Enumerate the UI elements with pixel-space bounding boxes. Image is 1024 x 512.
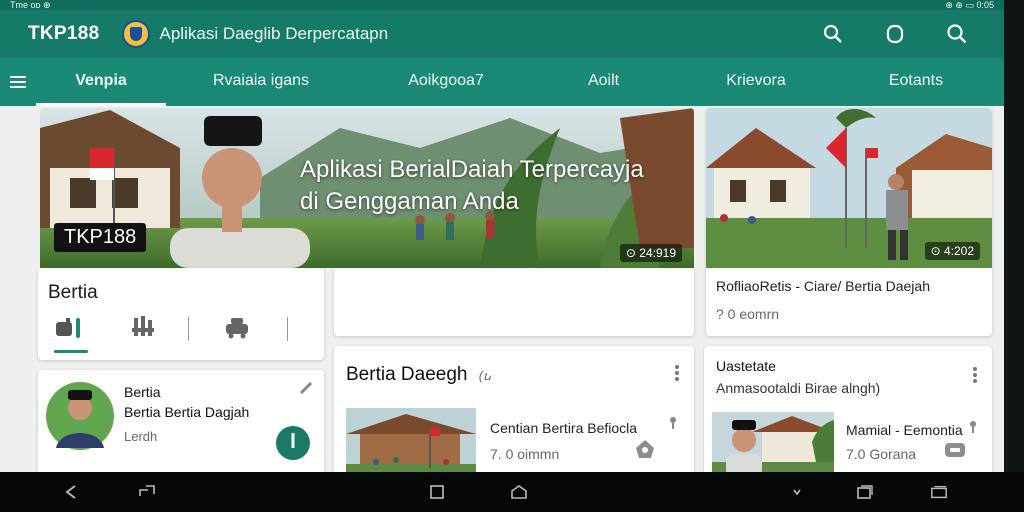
berita-daerah-suffix: (ꭎ [478, 368, 492, 383]
side-news-card[interactable]: ⊙ 4:202 RofliaoRetis - Ciare/ Bertia Dae… [706, 108, 992, 336]
profile-subtitle: Bertia Bertia Dagjah [124, 404, 250, 420]
tab-bar: Venpia Rvaiaia igans Aoikgooa7 Aoilt Kri… [0, 58, 1004, 106]
newspaper-icon[interactable] [54, 314, 90, 344]
status-left: Tme ᴏᴅ ⊕ [10, 0, 51, 10]
right-news-thumbnail[interactable] [712, 412, 834, 472]
system-nav-bar [0, 472, 1024, 512]
status-bar: Tme ᴏᴅ ⊕ ⊕ ⊕ ▭ 0:05 [0, 0, 1004, 10]
hero-banner[interactable]: Aplikasi BerialDaiah Terpercayja di Geng… [40, 108, 694, 268]
tab-aoikgooa7[interactable]: Aoikgooa7 [356, 58, 536, 106]
berita-card-title: Bertia [48, 282, 98, 303]
right-news-subtitle: Anmasootaldi Birae alngh) [716, 380, 881, 396]
share-icon[interactable] [668, 416, 678, 430]
emblem-logo [121, 20, 150, 48]
status-right: ⊕ ⊕ ▭ 0:05 [945, 0, 994, 10]
app-bar: TKP188 Aplikasi Daeglib Derpercatapn [0, 10, 1004, 58]
berita-daerah-item-title: Centian Bertira Befiocla [490, 420, 638, 436]
search-icon[interactable] [946, 23, 968, 45]
avatar [46, 382, 114, 450]
record-icon[interactable] [884, 23, 906, 45]
blank-card [334, 268, 694, 336]
berita-daerah-card[interactable]: Bertia Daeegh (ꭎ Centian Bertira Befiocl… [334, 346, 694, 472]
hero-brand-badge: TKP188 [54, 223, 147, 252]
share-icon[interactable] [968, 420, 978, 434]
right-news-item-title: Mamial - Eemontia [846, 422, 963, 438]
hero-view-count: ⊙ 24:919 [619, 244, 682, 262]
screen-edge [1004, 0, 1024, 472]
berita-daerah-title: Bertia Daeegh [346, 364, 468, 385]
berita-card[interactable]: Bertia [38, 268, 324, 360]
recents-alt-icon[interactable] [138, 484, 156, 500]
back-icon[interactable] [62, 484, 80, 500]
more-vert-icon[interactable] [972, 366, 978, 384]
more-vert-icon[interactable] [674, 364, 680, 382]
profile-action-button[interactable]: ꟾ [276, 426, 310, 460]
tab-rvaiaia-igans[interactable]: Rvaiaia igans [166, 58, 356, 106]
berita-daerah-thumbnail[interactable] [346, 408, 476, 472]
profile-name: Bertia [124, 384, 161, 400]
location-pin-icon[interactable] [634, 438, 656, 460]
split-screen-icon[interactable] [930, 484, 948, 500]
divider [188, 317, 189, 341]
profile-card[interactable]: Bertia Bertia Bertia Dagjah Lerdh ꟾ [38, 370, 324, 472]
home-icon[interactable] [510, 484, 528, 500]
berita-daerah-title-row: Bertia Daeegh (ꭎ [346, 364, 491, 386]
tools-icon[interactable] [130, 314, 160, 344]
hamburger-menu-icon[interactable] [0, 75, 36, 89]
edit-pencil-icon[interactable] [298, 380, 314, 396]
tab-eotants[interactable]: Eotants [841, 58, 991, 106]
tab-aoilt[interactable]: Aoilt [536, 58, 671, 106]
app-bar-actions [822, 10, 968, 58]
app-title: Aplikasi Daeglib Derpercatapn [159, 24, 389, 43]
content-area: Aplikasi BerialDaiah Terpercayja di Geng… [0, 106, 1004, 472]
recents-icon[interactable] [856, 484, 874, 500]
hero-title-line1: Aplikasi BerialDaiah Terpercayja [300, 156, 644, 183]
chevron-down-icon[interactable] [788, 484, 806, 500]
vehicle-icon[interactable] [223, 314, 253, 344]
berita-active-indicator [54, 350, 88, 353]
side-news-view-count: ⊙ 4:202 [924, 242, 980, 260]
right-news-item-meta: 7.0 Gorana [846, 446, 917, 462]
profile-meta: Lerdh [124, 429, 158, 444]
divider [287, 317, 288, 341]
overview-square-icon[interactable] [428, 484, 446, 500]
chat-icon[interactable] [944, 442, 966, 460]
hero-title-line2: di Genggaman Anda [300, 188, 519, 215]
brand-name: TKP188 [28, 23, 100, 44]
right-news-card[interactable]: Uastetate Anmasootaldi Birae alngh) Mami… [704, 346, 992, 472]
right-news-title: Uastetate [716, 358, 776, 374]
app-screen: Tme ᴏᴅ ⊕ ⊕ ⊕ ▭ 0:05 TKP188 Aplikasi Daeg… [0, 0, 1024, 512]
berita-icon-row [54, 314, 288, 344]
side-news-caption: RofliaoRetis - Ciare/ Bertia Daejah [716, 278, 930, 294]
search-icon[interactable] [822, 23, 844, 45]
hero-headline: Aplikasi BerialDaiah Terpercayja di Geng… [300, 154, 644, 218]
tab-venpia[interactable]: Venpia [36, 58, 166, 106]
berita-daerah-item-meta: 7. 0 oimmn [490, 446, 560, 462]
tab-krievora[interactable]: Krievora [671, 58, 841, 106]
side-news-meta: ? 0 eomrn [716, 306, 780, 322]
